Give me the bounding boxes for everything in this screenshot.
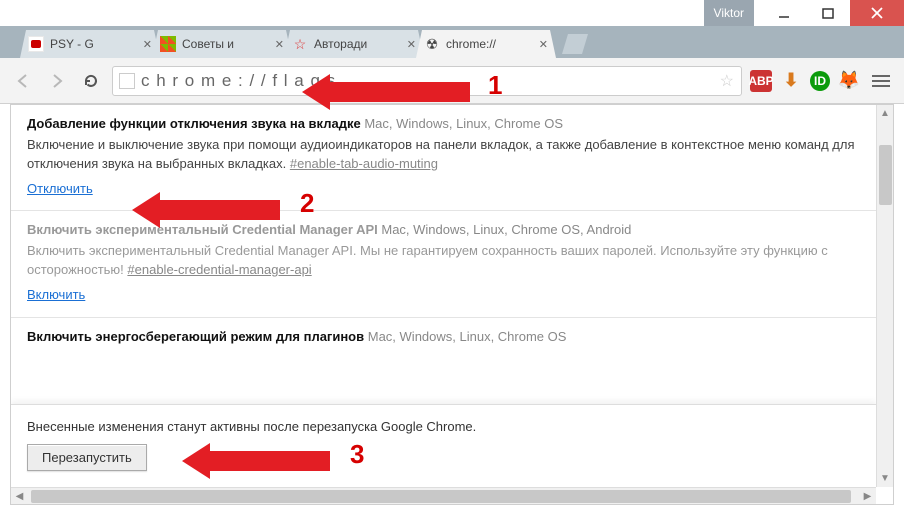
flag-anchor-link[interactable]: #enable-tab-audio-muting	[290, 156, 438, 171]
address-bar[interactable]: c h r o m e : / / f l a g s ☆	[112, 66, 742, 96]
user-badge[interactable]: Viktor	[704, 0, 754, 26]
flag-enable-link[interactable]: Включить	[27, 286, 85, 305]
bookmark-star-icon[interactable]: ☆	[720, 71, 735, 91]
tab-close-icon[interactable]: ✕	[407, 38, 416, 51]
restart-message: Внесенные изменения станут активны после…	[27, 419, 860, 434]
tab-psy[interactable]: PSY - G ✕	[20, 30, 160, 58]
flag-title: Добавление функции отключения звука на в…	[27, 116, 361, 131]
address-url: c h r o m e : / / f l a g s	[141, 71, 336, 91]
tab-title: PSY - G	[50, 37, 136, 51]
forward-button[interactable]	[44, 68, 70, 94]
flag-platforms: Mac, Windows, Linux, Chrome OS, Android	[381, 222, 631, 237]
tab-close-icon[interactable]: ✕	[275, 38, 284, 51]
tab-title: Авторади	[314, 37, 400, 51]
star-icon: ☆	[292, 36, 308, 52]
windows-icon	[160, 36, 176, 52]
extension-fox-icon[interactable]: 🦊	[838, 70, 860, 92]
page-icon	[119, 73, 135, 89]
minimize-button[interactable]	[762, 0, 806, 26]
tab-avtoradio[interactable]: ☆ Авторади ✕	[284, 30, 424, 58]
adblock-icon[interactable]: ABP	[750, 70, 772, 92]
flag-platforms: Mac, Windows, Linux, Chrome OS	[368, 329, 567, 344]
flag-title: Включить энергосберегающий режим для пла…	[27, 329, 364, 344]
tab-strip: PSY - G ✕ Советы и ✕ ☆ Авторади ✕ ☢ chro…	[0, 26, 904, 58]
scroll-left-icon[interactable]: ◀	[11, 488, 28, 505]
flag-title: Включить экспериментальный Credential Ma…	[27, 222, 378, 237]
reload-button[interactable]	[78, 68, 104, 94]
flag-description: Включить экспериментальный Credential Ma…	[27, 242, 860, 280]
new-tab-button[interactable]	[562, 34, 588, 54]
close-button[interactable]	[850, 0, 904, 26]
annotation-number-3: 3	[350, 439, 364, 470]
download-icon[interactable]: ⬇	[780, 70, 802, 92]
back-button[interactable]	[10, 68, 36, 94]
tab-close-icon[interactable]: ✕	[143, 38, 152, 51]
restart-button[interactable]: Перезапустить	[27, 444, 147, 471]
tab-title: Советы и	[182, 37, 268, 51]
scroll-right-icon[interactable]: ▶	[859, 488, 876, 505]
flag-description: Включение и выключение звука при помощи …	[27, 136, 860, 174]
youtube-icon	[28, 36, 44, 52]
radiation-icon: ☢	[424, 36, 440, 52]
tab-sovety[interactable]: Советы и ✕	[152, 30, 292, 58]
tab-close-icon[interactable]: ✕	[539, 38, 548, 51]
annotation-number-2: 2	[300, 188, 314, 219]
scroll-thumb[interactable]	[879, 145, 892, 205]
flag-item-power-save: Включить энергосберегающий режим для пла…	[11, 318, 876, 347]
maximize-button[interactable]	[806, 0, 850, 26]
horizontal-scrollbar[interactable]: ◀ ▶	[11, 487, 876, 504]
toolbar: c h r o m e : / / f l a g s ☆ ABP ⬇ ID 🦊	[0, 58, 904, 104]
menu-button[interactable]	[868, 68, 894, 94]
flag-item-credential-manager: Включить экспериментальный Credential Ma…	[11, 211, 876, 317]
tab-chrome-flags[interactable]: ☢ chrome:// ✕	[416, 30, 556, 58]
vertical-scrollbar[interactable]: ▲ ▼	[876, 105, 893, 487]
tab-title: chrome://	[446, 37, 532, 51]
flag-anchor-link[interactable]: #enable-credential-manager-api	[127, 262, 311, 277]
restart-bar: Внесенные изменения станут активны после…	[11, 404, 876, 487]
hamburger-icon	[872, 75, 890, 87]
window-titlebar: Viktor	[0, 0, 904, 26]
scroll-down-icon[interactable]: ▼	[877, 470, 893, 487]
scroll-thumb[interactable]	[31, 490, 851, 503]
flag-item-audio-muting: Добавление функции отключения звука на в…	[11, 105, 876, 211]
extension-id-icon[interactable]: ID	[810, 71, 830, 91]
scroll-up-icon[interactable]: ▲	[877, 105, 893, 122]
content-frame: Добавление функции отключения звука на в…	[10, 104, 894, 505]
flag-disable-link[interactable]: Отключить	[27, 180, 93, 199]
flag-platforms: Mac, Windows, Linux, Chrome OS	[364, 116, 563, 131]
annotation-number-1: 1	[488, 70, 502, 101]
